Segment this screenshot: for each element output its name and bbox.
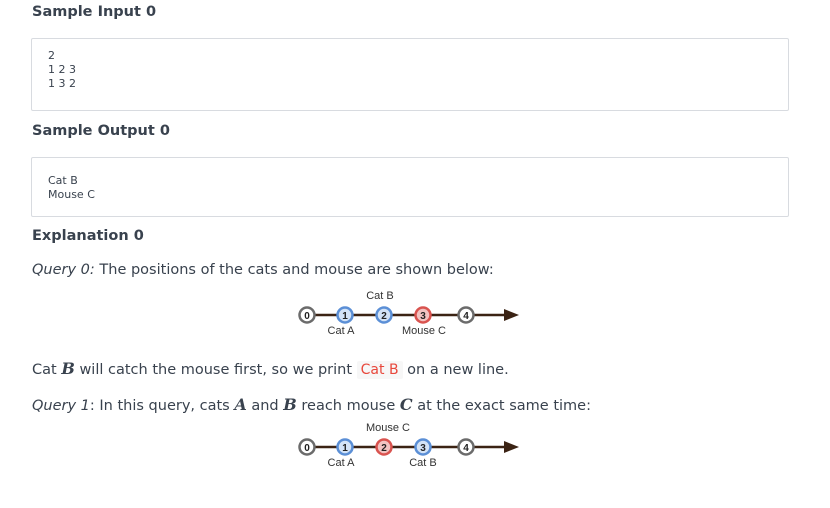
position-node: 2 <box>375 438 393 456</box>
position-node-label: 2 <box>381 311 387 322</box>
position-node: 1 <box>336 438 354 456</box>
sample-input-box: 2 1 2 3 1 3 2 <box>31 38 789 111</box>
query0-text: The positions of the cats and mouse are … <box>94 262 494 278</box>
query0-diagram: 0 1 2 3 4 Cat B Cat A Mouse C <box>298 290 519 337</box>
query1-diagram: 0 1 2 3 4 Mouse C Cat A Cat B <box>298 422 519 469</box>
sample-output-line: Cat B <box>48 174 78 187</box>
math-var-c: C <box>399 395 413 414</box>
sample-output-line: Mouse C <box>48 188 95 201</box>
math-var-b: B <box>283 395 297 414</box>
position-node: 4 <box>457 306 475 324</box>
position-node-label: 0 <box>304 443 310 454</box>
text: and <box>246 398 284 414</box>
sample-output-title: Sample Output 0 <box>32 123 170 139</box>
text: at the exact same time: <box>412 398 591 414</box>
label-below: Cat B <box>409 457 437 469</box>
math-var-b: B <box>61 359 75 378</box>
position-node: 0 <box>298 306 316 324</box>
arrow-head-icon <box>504 441 519 453</box>
math-var-a: A <box>234 395 247 414</box>
query1-paragraph: Query 1: In this query, cats A and B rea… <box>32 395 591 414</box>
text: will catch the mouse first, so we print <box>74 362 357 378</box>
position-node-label: 1 <box>342 443 348 454</box>
position-node: 3 <box>414 306 432 324</box>
position-node-label: 3 <box>420 443 426 454</box>
label-below: Cat A <box>328 325 356 337</box>
position-node: 4 <box>457 438 475 456</box>
position-node-label: 3 <box>420 311 426 322</box>
query1-label: Query 1 <box>32 398 90 414</box>
sample-input-line: 2 <box>48 49 55 62</box>
position-node-label: 1 <box>342 311 348 322</box>
position-node: 0 <box>298 438 316 456</box>
query0-label: Query 0: <box>32 262 95 278</box>
label-below: Mouse C <box>402 325 446 337</box>
query0-result-paragraph: Cat B will catch the mouse first, so we … <box>32 359 509 379</box>
text: on a new line. <box>402 362 509 378</box>
position-node-label: 4 <box>463 443 469 454</box>
sample-output-box: Cat B Mouse C <box>31 157 789 217</box>
sample-input-line: 1 3 2 <box>48 77 76 90</box>
label-above: Cat B <box>366 290 394 302</box>
position-node: 3 <box>414 438 432 456</box>
position-node-label: 2 <box>381 443 387 454</box>
position-node-label: 0 <box>304 311 310 322</box>
sample-input-line: 1 2 3 <box>48 63 76 76</box>
text: Cat <box>32 362 62 378</box>
label-below: Cat A <box>328 457 356 469</box>
label-above: Mouse C <box>366 422 410 434</box>
position-node-label: 4 <box>463 311 469 322</box>
inline-code: Cat B <box>356 361 403 379</box>
explanation-title: Explanation 0 <box>32 228 144 244</box>
arrow-head-icon <box>504 309 519 321</box>
position-node: 1 <box>336 306 354 324</box>
sample-input-title: Sample Input 0 <box>32 4 157 20</box>
text: reach mouse <box>296 398 400 414</box>
query0-paragraph: Query 0: The positions of the cats and m… <box>32 262 494 278</box>
text: : In this query, cats <box>89 398 235 414</box>
position-node: 2 <box>375 306 393 324</box>
